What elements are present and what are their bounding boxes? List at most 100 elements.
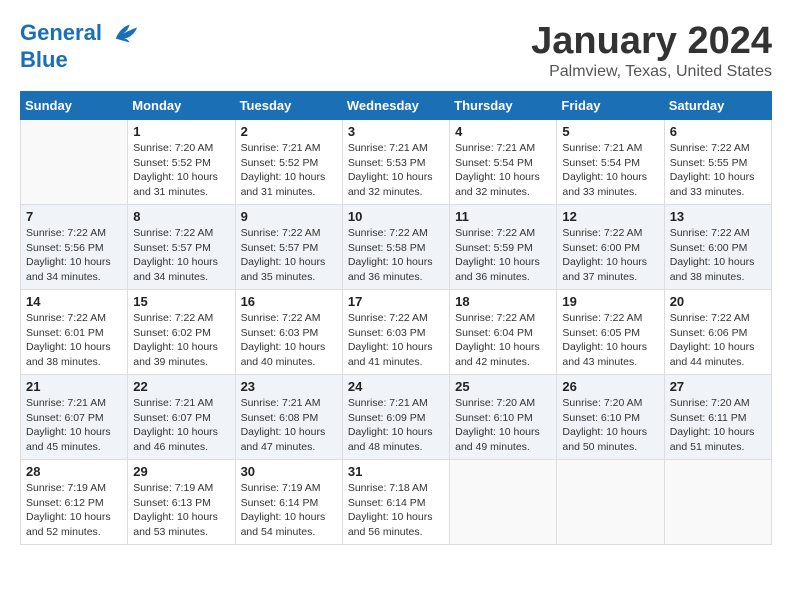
calendar-cell: 21 Sunrise: 7:21 AM Sunset: 6:07 PM Dayl… (21, 375, 128, 460)
day-info: Sunrise: 7:22 AM Sunset: 6:02 PM Dayligh… (133, 311, 229, 370)
day-number: 14 (26, 294, 122, 309)
calendar-cell: 4 Sunrise: 7:21 AM Sunset: 5:54 PM Dayli… (450, 120, 557, 205)
day-info: Sunrise: 7:22 AM Sunset: 5:58 PM Dayligh… (348, 226, 444, 285)
day-header-thursday: Thursday (450, 92, 557, 120)
day-info: Sunrise: 7:21 AM Sunset: 5:52 PM Dayligh… (241, 141, 337, 200)
day-info: Sunrise: 7:22 AM Sunset: 6:00 PM Dayligh… (562, 226, 658, 285)
calendar-week-row: 21 Sunrise: 7:21 AM Sunset: 6:07 PM Dayl… (21, 375, 772, 460)
calendar-cell: 22 Sunrise: 7:21 AM Sunset: 6:07 PM Dayl… (128, 375, 235, 460)
day-info: Sunrise: 7:21 AM Sunset: 6:07 PM Dayligh… (26, 396, 122, 455)
day-number: 18 (455, 294, 551, 309)
logo-text-blue: Blue (20, 48, 139, 72)
calendar-table: SundayMondayTuesdayWednesdayThursdayFrid… (20, 91, 772, 545)
day-header-monday: Monday (128, 92, 235, 120)
day-number: 30 (241, 464, 337, 479)
day-number: 2 (241, 124, 337, 139)
day-number: 8 (133, 209, 229, 224)
day-info: Sunrise: 7:22 AM Sunset: 5:55 PM Dayligh… (670, 141, 766, 200)
day-info: Sunrise: 7:22 AM Sunset: 6:00 PM Dayligh… (670, 226, 766, 285)
day-number: 20 (670, 294, 766, 309)
day-info: Sunrise: 7:22 AM Sunset: 6:05 PM Dayligh… (562, 311, 658, 370)
title-block: January 2024 Palmview, Texas, United Sta… (531, 20, 772, 81)
day-info: Sunrise: 7:19 AM Sunset: 6:12 PM Dayligh… (26, 481, 122, 540)
day-info: Sunrise: 7:21 AM Sunset: 5:54 PM Dayligh… (455, 141, 551, 200)
day-number: 5 (562, 124, 658, 139)
day-info: Sunrise: 7:22 AM Sunset: 5:57 PM Dayligh… (241, 226, 337, 285)
day-info: Sunrise: 7:19 AM Sunset: 6:13 PM Dayligh… (133, 481, 229, 540)
day-header-tuesday: Tuesday (235, 92, 342, 120)
calendar-cell: 20 Sunrise: 7:22 AM Sunset: 6:06 PM Dayl… (664, 290, 771, 375)
calendar-cell: 6 Sunrise: 7:22 AM Sunset: 5:55 PM Dayli… (664, 120, 771, 205)
day-info: Sunrise: 7:22 AM Sunset: 6:03 PM Dayligh… (348, 311, 444, 370)
calendar-week-row: 28 Sunrise: 7:19 AM Sunset: 6:12 PM Dayl… (21, 460, 772, 545)
calendar-cell: 31 Sunrise: 7:18 AM Sunset: 6:14 PM Dayl… (342, 460, 449, 545)
calendar-cell: 5 Sunrise: 7:21 AM Sunset: 5:54 PM Dayli… (557, 120, 664, 205)
calendar-cell: 28 Sunrise: 7:19 AM Sunset: 6:12 PM Dayl… (21, 460, 128, 545)
location-text: Palmview, Texas, United States (531, 63, 772, 81)
calendar-cell: 24 Sunrise: 7:21 AM Sunset: 6:09 PM Dayl… (342, 375, 449, 460)
calendar-cell: 3 Sunrise: 7:21 AM Sunset: 5:53 PM Dayli… (342, 120, 449, 205)
calendar-cell: 1 Sunrise: 7:20 AM Sunset: 5:52 PM Dayli… (128, 120, 235, 205)
calendar-cell: 23 Sunrise: 7:21 AM Sunset: 6:08 PM Dayl… (235, 375, 342, 460)
day-info: Sunrise: 7:21 AM Sunset: 6:08 PM Dayligh… (241, 396, 337, 455)
calendar-cell: 11 Sunrise: 7:22 AM Sunset: 5:59 PM Dayl… (450, 205, 557, 290)
calendar-cell: 25 Sunrise: 7:20 AM Sunset: 6:10 PM Dayl… (450, 375, 557, 460)
day-info: Sunrise: 7:22 AM Sunset: 5:56 PM Dayligh… (26, 226, 122, 285)
calendar-cell: 9 Sunrise: 7:22 AM Sunset: 5:57 PM Dayli… (235, 205, 342, 290)
day-header-wednesday: Wednesday (342, 92, 449, 120)
day-header-friday: Friday (557, 92, 664, 120)
day-info: Sunrise: 7:22 AM Sunset: 6:01 PM Dayligh… (26, 311, 122, 370)
calendar-cell: 10 Sunrise: 7:22 AM Sunset: 5:58 PM Dayl… (342, 205, 449, 290)
day-number: 4 (455, 124, 551, 139)
day-info: Sunrise: 7:21 AM Sunset: 6:09 PM Dayligh… (348, 396, 444, 455)
day-number: 3 (348, 124, 444, 139)
day-number: 23 (241, 379, 337, 394)
day-number: 24 (348, 379, 444, 394)
logo: General Blue (20, 20, 139, 72)
day-info: Sunrise: 7:22 AM Sunset: 6:03 PM Dayligh… (241, 311, 337, 370)
day-info: Sunrise: 7:21 AM Sunset: 6:07 PM Dayligh… (133, 396, 229, 455)
calendar-cell (21, 120, 128, 205)
calendar-week-row: 7 Sunrise: 7:22 AM Sunset: 5:56 PM Dayli… (21, 205, 772, 290)
day-info: Sunrise: 7:21 AM Sunset: 5:53 PM Dayligh… (348, 141, 444, 200)
calendar-week-row: 14 Sunrise: 7:22 AM Sunset: 6:01 PM Dayl… (21, 290, 772, 375)
day-info: Sunrise: 7:22 AM Sunset: 5:59 PM Dayligh… (455, 226, 551, 285)
day-number: 25 (455, 379, 551, 394)
calendar-cell: 18 Sunrise: 7:22 AM Sunset: 6:04 PM Dayl… (450, 290, 557, 375)
day-number: 16 (241, 294, 337, 309)
calendar-cell (664, 460, 771, 545)
day-info: Sunrise: 7:20 AM Sunset: 5:52 PM Dayligh… (133, 141, 229, 200)
day-number: 12 (562, 209, 658, 224)
day-info: Sunrise: 7:22 AM Sunset: 6:04 PM Dayligh… (455, 311, 551, 370)
calendar-cell: 26 Sunrise: 7:20 AM Sunset: 6:10 PM Dayl… (557, 375, 664, 460)
day-number: 10 (348, 209, 444, 224)
day-info: Sunrise: 7:18 AM Sunset: 6:14 PM Dayligh… (348, 481, 444, 540)
day-number: 29 (133, 464, 229, 479)
calendar-cell: 16 Sunrise: 7:22 AM Sunset: 6:03 PM Dayl… (235, 290, 342, 375)
logo-text: General (20, 20, 139, 48)
day-number: 31 (348, 464, 444, 479)
day-number: 19 (562, 294, 658, 309)
calendar-cell: 29 Sunrise: 7:19 AM Sunset: 6:13 PM Dayl… (128, 460, 235, 545)
day-info: Sunrise: 7:20 AM Sunset: 6:10 PM Dayligh… (455, 396, 551, 455)
day-number: 26 (562, 379, 658, 394)
day-number: 22 (133, 379, 229, 394)
calendar-cell: 15 Sunrise: 7:22 AM Sunset: 6:02 PM Dayl… (128, 290, 235, 375)
day-info: Sunrise: 7:21 AM Sunset: 5:54 PM Dayligh… (562, 141, 658, 200)
day-info: Sunrise: 7:20 AM Sunset: 6:10 PM Dayligh… (562, 396, 658, 455)
calendar-cell: 14 Sunrise: 7:22 AM Sunset: 6:01 PM Dayl… (21, 290, 128, 375)
day-header-sunday: Sunday (21, 92, 128, 120)
day-number: 27 (670, 379, 766, 394)
calendar-cell: 12 Sunrise: 7:22 AM Sunset: 6:00 PM Dayl… (557, 205, 664, 290)
calendar-cell: 8 Sunrise: 7:22 AM Sunset: 5:57 PM Dayli… (128, 205, 235, 290)
day-number: 7 (26, 209, 122, 224)
day-info: Sunrise: 7:19 AM Sunset: 6:14 PM Dayligh… (241, 481, 337, 540)
day-number: 13 (670, 209, 766, 224)
calendar-header-row: SundayMondayTuesdayWednesdayThursdayFrid… (21, 92, 772, 120)
calendar-cell: 17 Sunrise: 7:22 AM Sunset: 6:03 PM Dayl… (342, 290, 449, 375)
month-title: January 2024 (531, 20, 772, 63)
day-number: 17 (348, 294, 444, 309)
day-info: Sunrise: 7:20 AM Sunset: 6:11 PM Dayligh… (670, 396, 766, 455)
calendar-cell: 30 Sunrise: 7:19 AM Sunset: 6:14 PM Dayl… (235, 460, 342, 545)
day-number: 11 (455, 209, 551, 224)
